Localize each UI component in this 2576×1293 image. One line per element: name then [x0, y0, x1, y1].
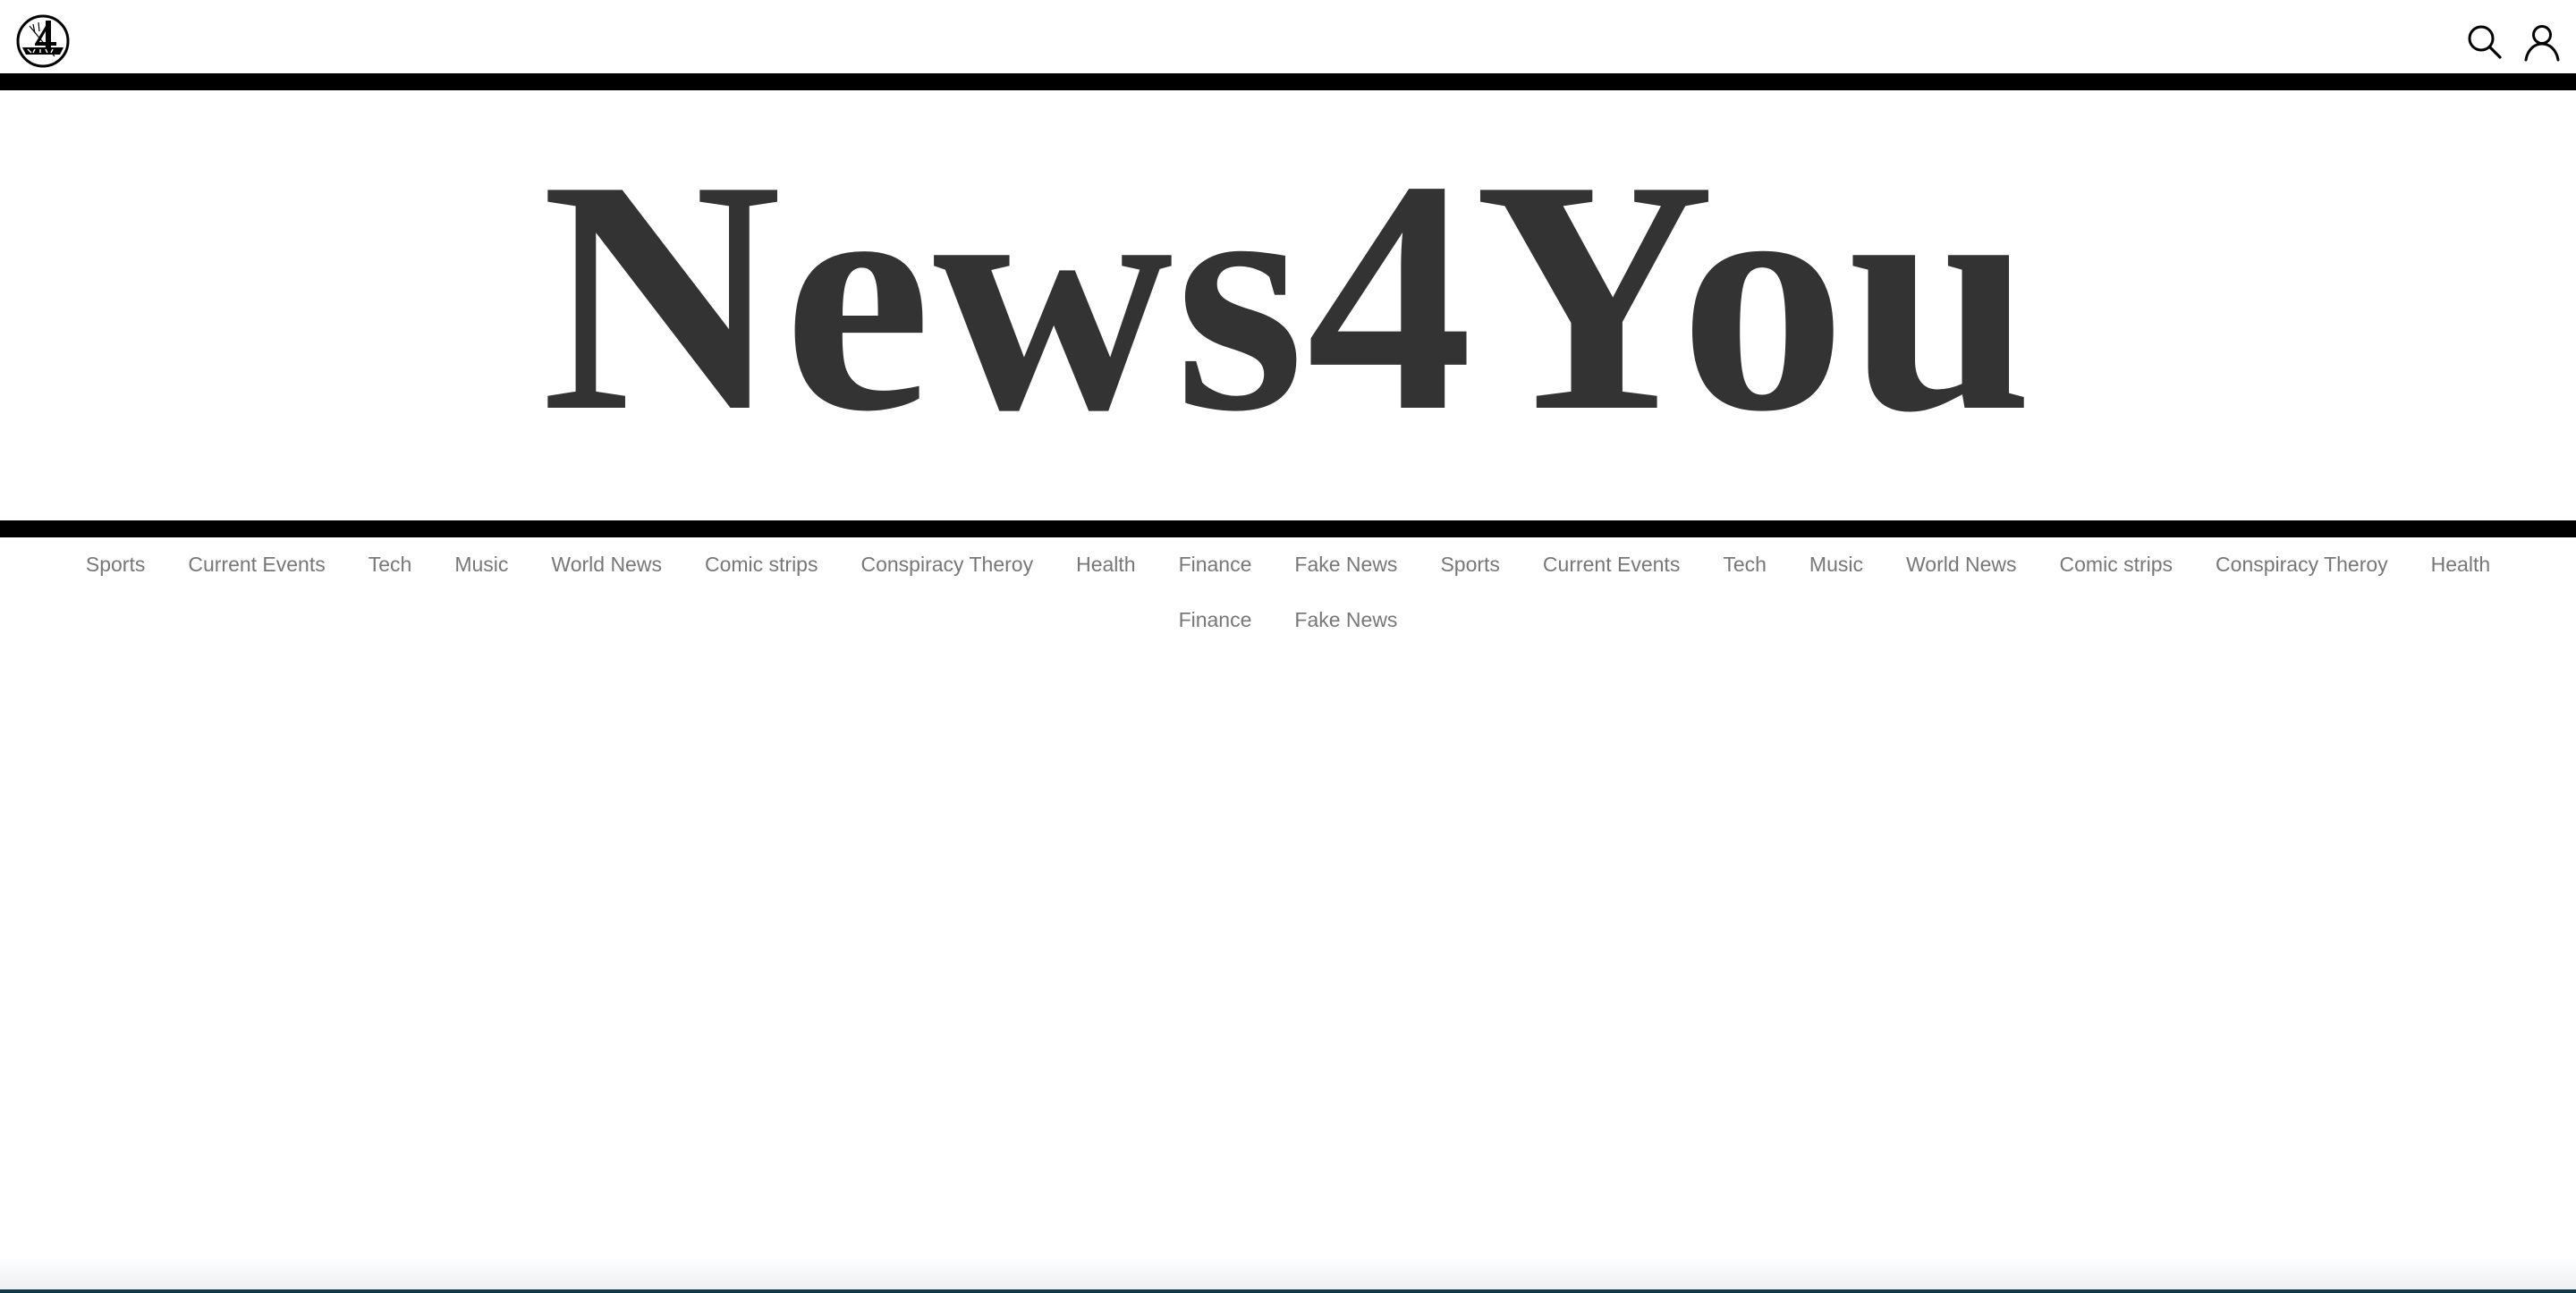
- nav-item-health[interactable]: Health: [2410, 546, 2512, 582]
- search-glyph: [2468, 25, 2502, 59]
- logo-graphic: [16, 14, 70, 68]
- nav-item-current-events[interactable]: Current Events: [1521, 546, 1701, 582]
- search-icon[interactable]: [2465, 22, 2504, 62]
- nav-item-music[interactable]: Music: [433, 546, 530, 582]
- masthead-top-rule: [0, 73, 2576, 90]
- window-bottom-edge: [0, 1289, 2576, 1293]
- nav-item-world-news[interactable]: World News: [1885, 546, 2038, 582]
- window-bottom-shadow: [0, 1257, 2576, 1289]
- nav-item-world-news[interactable]: World News: [530, 546, 683, 582]
- nav-item-sports[interactable]: Sports: [1419, 546, 1521, 582]
- user-icon[interactable]: [2522, 22, 2562, 62]
- nav-item-fake-news[interactable]: Fake News: [1273, 602, 1419, 638]
- news4you-logo-icon[interactable]: [15, 13, 71, 69]
- site-title[interactable]: News4You: [541, 130, 2034, 463]
- top-bar: [0, 0, 2576, 73]
- nav-item-health[interactable]: Health: [1055, 546, 1157, 582]
- nav-item-comic-strips[interactable]: Comic strips: [683, 546, 840, 582]
- nav-item-comic-strips[interactable]: Comic strips: [2038, 546, 2195, 582]
- masthead-bottom-rule: [0, 520, 2576, 537]
- nav-item-finance[interactable]: Finance: [1157, 602, 1274, 638]
- page: News4You Sports Current Events Tech Musi…: [0, 0, 2576, 1293]
- nav-item-current-events[interactable]: Current Events: [166, 546, 346, 582]
- nav-item-tech[interactable]: Tech: [1701, 546, 1788, 582]
- nav-item-conspiracy-theory[interactable]: Conspiracy Theroy: [839, 546, 1055, 582]
- nav-item-fake-news[interactable]: Fake News: [1273, 546, 1419, 582]
- nav-item-sports[interactable]: Sports: [64, 546, 166, 582]
- user-glyph: [2524, 25, 2560, 62]
- nav-item-conspiracy-theory[interactable]: Conspiracy Theroy: [2194, 546, 2410, 582]
- masthead: News4You: [0, 90, 2576, 520]
- nav-item-music[interactable]: Music: [1788, 546, 1885, 582]
- nav-item-finance[interactable]: Finance: [1157, 546, 1274, 582]
- category-nav: Sports Current Events Tech Music World N…: [45, 546, 2531, 638]
- nav-item-tech[interactable]: Tech: [347, 546, 434, 582]
